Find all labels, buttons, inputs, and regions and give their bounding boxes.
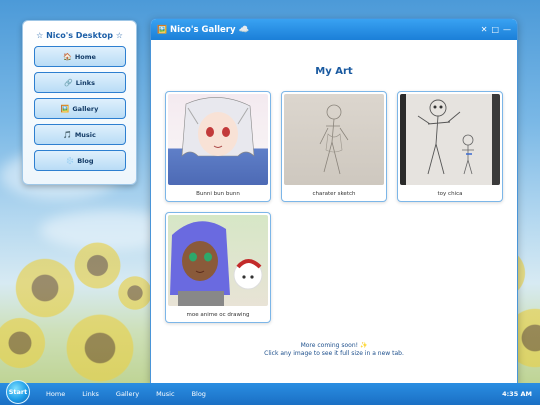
- snowflake-icon: ❄️: [65, 156, 75, 165]
- gallery-heading: My Art: [315, 66, 353, 77]
- taskbar-link-blog[interactable]: Blog: [192, 390, 206, 398]
- start-button[interactable]: Start: [6, 380, 30, 404]
- taskbar: Start Home Links Gallery Music Blog 4:35…: [0, 380, 540, 405]
- coming-soon-text: More coming soon! ✨: [300, 342, 368, 349]
- artwork-image[interactable]: [168, 94, 268, 185]
- artwork-caption: Bunni bun bunn: [196, 191, 240, 197]
- gallery-card[interactable]: charater sketch: [281, 91, 387, 202]
- taskbar-clock: 4:35 AM: [502, 390, 532, 398]
- taskbar-link-home[interactable]: Home: [46, 390, 65, 398]
- picture-icon: 🖼️: [60, 104, 70, 113]
- gallery-card[interactable]: Bunni bun bunn: [165, 91, 271, 202]
- gallery-window: 🖼️ Nico's Gallery ☁️ ✕ □ — My Art Bunni …: [150, 18, 518, 384]
- taskbar-link-links[interactable]: Links: [82, 390, 99, 398]
- window-titlebar[interactable]: 🖼️ Nico's Gallery ☁️ ✕ □ —: [151, 19, 517, 40]
- artwork-caption: moe anime oc drawing: [186, 312, 250, 318]
- artwork-image[interactable]: [284, 94, 384, 185]
- artwork-caption: toy chica: [437, 191, 463, 197]
- artwork-image[interactable]: [168, 215, 268, 306]
- nav-button-music[interactable]: 🎵 Music: [33, 124, 126, 145]
- nav-button-gallery[interactable]: 🖼️ Gallery: [33, 98, 126, 119]
- home-icon: 🏠: [63, 52, 72, 61]
- maximize-icon[interactable]: □: [491, 25, 499, 34]
- desktop-title: ☆ Nico's Desktop ☆: [36, 31, 123, 40]
- music-note-icon: 🎵: [63, 130, 72, 139]
- nav-button-home[interactable]: 🏠 Home: [33, 46, 126, 67]
- nav-button-links[interactable]: 🔗 Links: [33, 72, 126, 93]
- cloud-icon: ☁️: [238, 24, 250, 35]
- minimize-icon[interactable]: —: [503, 25, 511, 34]
- artwork-caption: charater sketch: [312, 191, 356, 197]
- nav-button-blog[interactable]: ❄️ Blog: [33, 150, 126, 171]
- desktop-nav-panel: ☆ Nico's Desktop ☆ 🏠 Home 🔗 Links 🖼️ Gal…: [22, 20, 137, 185]
- window-title: Nico's Gallery ☁️: [169, 24, 250, 35]
- instructions-text: Click any image to see it full size in a…: [264, 350, 404, 357]
- gallery-card[interactable]: toy chica: [397, 91, 503, 202]
- link-icon: 🔗: [64, 78, 73, 87]
- gallery-card[interactable]: moe anime oc drawing: [165, 212, 271, 323]
- close-icon[interactable]: ✕: [481, 25, 488, 34]
- gallery-footer: More coming soon! ✨ Click any image to s…: [151, 342, 517, 358]
- picture-icon: 🖼️: [157, 25, 167, 34]
- taskbar-link-gallery[interactable]: Gallery: [116, 390, 139, 398]
- taskbar-link-music[interactable]: Music: [156, 390, 175, 398]
- artwork-image[interactable]: [400, 94, 500, 185]
